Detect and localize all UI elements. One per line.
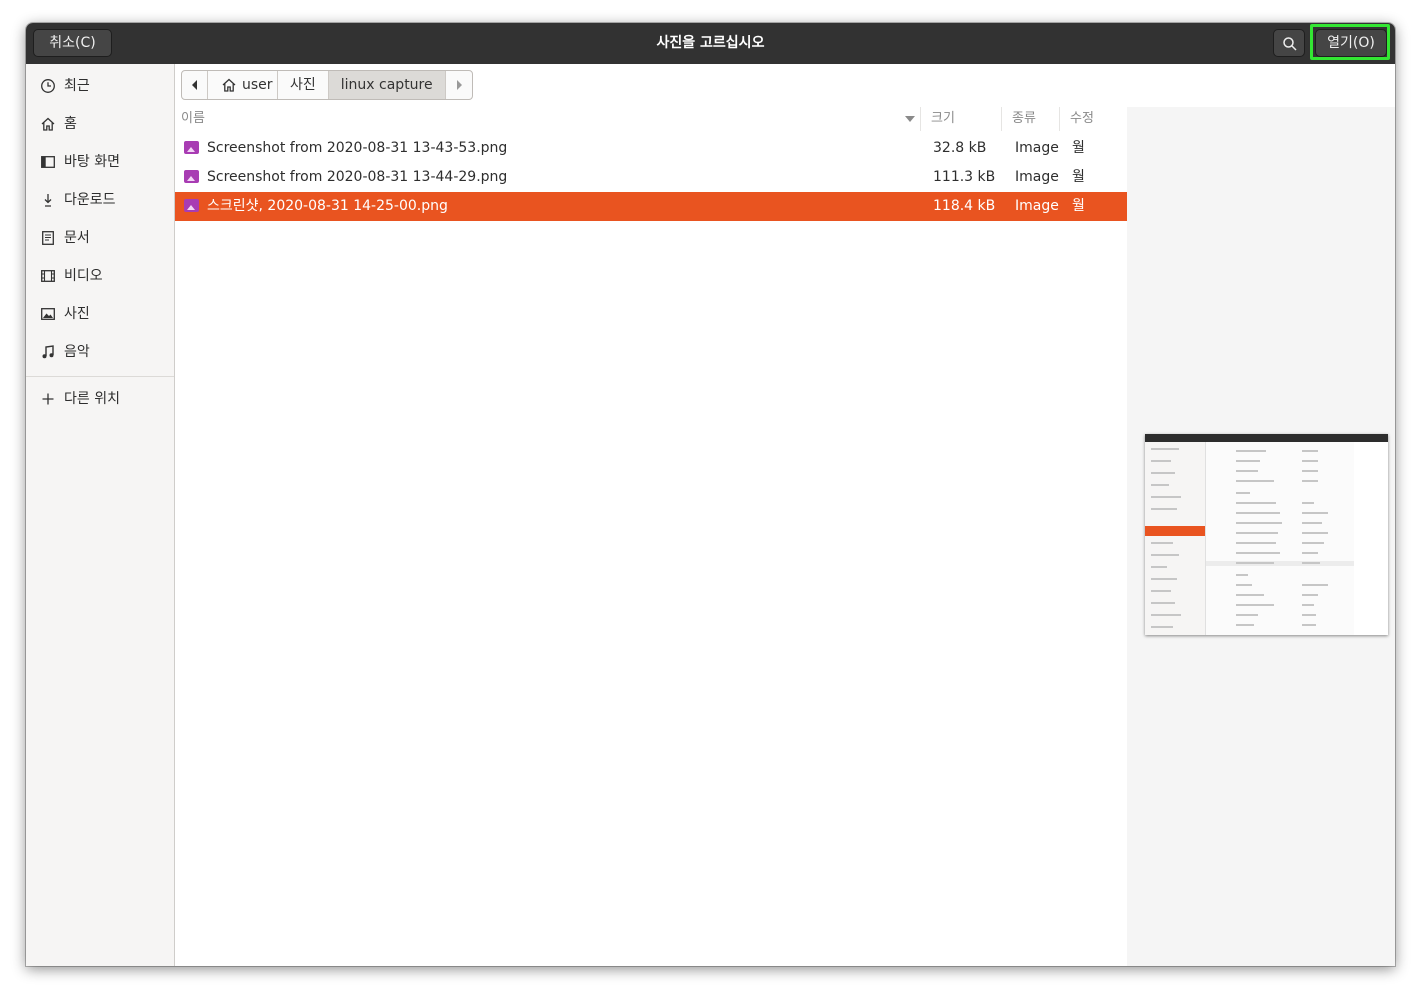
clock-icon <box>41 79 55 93</box>
sidebar-item-recent[interactable]: 최근 <box>26 68 174 104</box>
file-row[interactable]: Screenshot from 2020-08-31 13-43-53.png … <box>175 134 1127 163</box>
chevron-right-icon <box>456 80 462 90</box>
cancel-button[interactable]: 취소(C) <box>33 29 112 57</box>
sidebar-item-label: 홈 <box>64 116 77 132</box>
document-icon <box>42 231 54 245</box>
download-icon <box>44 194 52 207</box>
chevron-left-icon <box>191 80 197 90</box>
file-row-selected[interactable]: 스크린샷, 2020-08-31 14-25-00.png 118.4 kB I… <box>175 192 1127 221</box>
plus-icon <box>42 393 54 405</box>
sidebar-item-label: 다운로드 <box>64 192 116 208</box>
sidebar-item-desktop[interactable]: 바탕 화면 <box>26 144 174 180</box>
sidebar-item-label: 최근 <box>64 78 90 94</box>
file-modified: 월 <box>1072 198 1085 214</box>
image-preview-thumbnail <box>1145 434 1388 635</box>
path-bar: user 사진 linux capture <box>181 70 473 100</box>
sidebar-item-videos[interactable]: 비디오 <box>26 258 174 294</box>
image-file-icon <box>184 199 199 212</box>
column-header-size[interactable]: 크기 <box>922 107 1002 131</box>
path-segment-pictures[interactable]: 사진 <box>278 71 329 99</box>
file-chooser-dialog: 취소(C) 사진을 고르십시오 열기(O) 최근 홈 바탕 화면 다운로드 문서… <box>26 23 1395 966</box>
preview-headerbar <box>1145 434 1388 442</box>
video-icon <box>41 270 55 282</box>
file-size: 118.4 kB <box>933 198 996 214</box>
column-header-modified[interactable]: 수정 <box>1061 107 1127 131</box>
file-modified: 월 <box>1072 140 1085 156</box>
sidebar-item-documents[interactable]: 문서 <box>26 220 174 256</box>
image-file-icon <box>184 141 199 154</box>
preview-sidebar <box>1145 442 1206 635</box>
sidebar-item-label: 비디오 <box>64 268 103 284</box>
file-row[interactable]: Screenshot from 2020-08-31 13-44-29.png … <box>175 163 1127 192</box>
column-header-type[interactable]: 종류 <box>1003 107 1060 131</box>
search-icon <box>1283 37 1297 51</box>
path-segment-current[interactable]: linux capture <box>328 71 446 99</box>
preview-content <box>1206 442 1354 635</box>
header-bar: 취소(C) 사진을 고르십시오 열기(O) <box>26 23 1395 65</box>
sidebar-item-label: 바탕 화면 <box>64 154 120 170</box>
file-size: 111.3 kB <box>933 169 996 185</box>
sidebar-item-pictures[interactable]: 사진 <box>26 296 174 332</box>
image-file-icon <box>184 170 199 183</box>
sidebar-item-label: 문서 <box>64 230 90 246</box>
sort-down-icon <box>905 116 915 122</box>
column-header-label: 이름 <box>181 111 205 126</box>
places-sidebar: 최근 홈 바탕 화면 다운로드 문서 비디오 사진 음악 다른 위치 <box>26 64 175 966</box>
sidebar-item-other-locations[interactable]: 다른 위치 <box>26 381 174 417</box>
file-name: Screenshot from 2020-08-31 13-44-29.png <box>207 169 508 185</box>
search-button[interactable] <box>1273 29 1305 57</box>
open-button[interactable]: 열기(O) <box>1315 29 1387 57</box>
file-name: Screenshot from 2020-08-31 13-43-53.png <box>207 140 508 156</box>
sidebar-item-downloads[interactable]: 다운로드 <box>26 182 174 218</box>
sidebar-item-label: 사진 <box>64 306 90 322</box>
column-header-name[interactable]: 이름 <box>175 107 921 131</box>
preview-pane <box>1127 107 1395 966</box>
sidebar-item-music[interactable]: 음악 <box>26 334 174 370</box>
main-area: user 사진 linux capture 이름 크기 종류 수정 Screen… <box>175 64 1395 966</box>
sidebar-item-label: 다른 위치 <box>64 391 120 407</box>
file-type: Image <box>1015 198 1059 214</box>
home-icon <box>41 117 55 131</box>
sidebar-item-home[interactable]: 홈 <box>26 106 174 142</box>
desktop-icon <box>41 156 55 168</box>
path-scroll-left-button[interactable] <box>182 71 208 99</box>
home-icon <box>222 78 236 92</box>
path-scroll-right-button[interactable] <box>446 71 472 99</box>
file-list: 이름 크기 종류 수정 Screenshot from 2020-08-31 1… <box>175 107 1127 966</box>
file-modified: 월 <box>1072 169 1085 185</box>
music-icon <box>42 345 54 359</box>
path-segment-label: user <box>242 77 273 93</box>
file-type: Image <box>1015 169 1059 185</box>
file-size: 32.8 kB <box>933 140 987 156</box>
path-segment-home[interactable]: user <box>208 71 278 99</box>
file-type: Image <box>1015 140 1059 156</box>
dialog-title: 사진을 고르십시오 <box>656 35 765 51</box>
sidebar-separator <box>26 376 174 377</box>
file-name: 스크린샷, 2020-08-31 14-25-00.png <box>207 198 448 214</box>
sidebar-item-label: 음악 <box>64 344 90 360</box>
picture-icon <box>41 308 55 320</box>
